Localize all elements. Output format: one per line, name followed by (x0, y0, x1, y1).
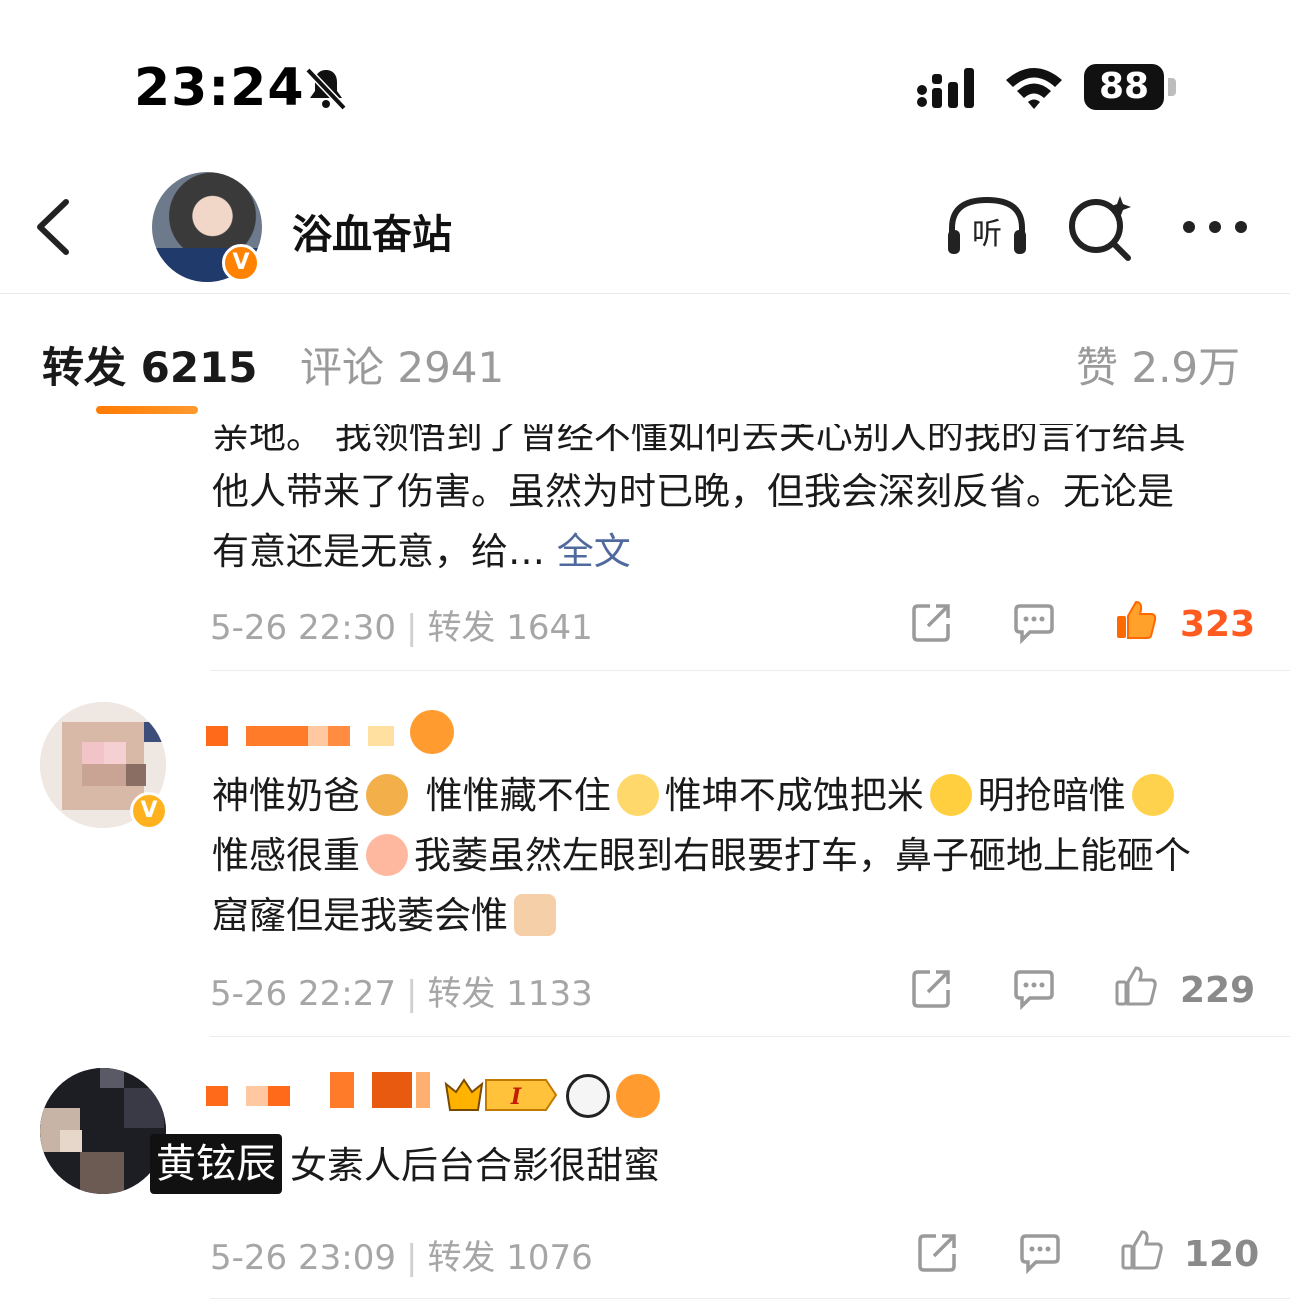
post-text-line: 窟窿但是我萎会惟 (212, 886, 1252, 946)
dad-emoji-icon (366, 774, 408, 816)
ai-search-icon[interactable] (1066, 192, 1136, 262)
post-time: 5-26 22:27 (210, 974, 396, 1014)
svg-text:听: 听 (972, 217, 1002, 252)
meta-separator: | (405, 1238, 418, 1278)
like-icon[interactable] (1120, 1228, 1164, 1272)
tab-like[interactable]: 赞 2.9万 (1076, 334, 1240, 395)
post-text-line: 有意还是无意，给… (212, 530, 557, 573)
like-icon[interactable] (1114, 964, 1158, 1008)
finger-heart-emoji-icon (514, 894, 556, 936)
share-icon[interactable] (910, 600, 954, 644)
wifi-icon (1006, 68, 1062, 109)
top-nav-bar: V 浴血奋站 听 (0, 160, 1290, 294)
name-overlay-caption: 黄铉辰 (150, 1134, 282, 1194)
text-segment: 惟惟藏不住 (425, 774, 611, 817)
repost-feed: 亲地。 我领悟到了曾经不懂如何去关心别人的我的言行给其 他人带来了伤害。虽然为时… (0, 424, 1290, 1302)
post-text: 他人带来了伤害。虽然为时已晚，但我会深刻反省。无论是 有意还是无意，给… 全文 (212, 462, 1252, 582)
back-icon[interactable] (30, 196, 80, 258)
comment-icon[interactable] (1018, 1230, 1062, 1274)
user-avatar-pixelated[interactable] (40, 1068, 166, 1194)
full-text-link[interactable]: 全文 (557, 530, 631, 573)
post-text-line: 神惟奶爸 惟惟藏不住 惟坤不成蚀把米 明抢暗惟 (212, 766, 1252, 826)
grin-emoji-icon (929, 774, 972, 816)
repost-count[interactable]: 转发 1133 (427, 974, 592, 1014)
share-icon[interactable] (910, 966, 954, 1010)
text-segment: 惟感很重 (212, 834, 360, 877)
like-count: 120 (1184, 1234, 1260, 1275)
post-time: 5-26 23:09 (210, 1238, 396, 1278)
divider (210, 670, 1290, 671)
like-icon-active[interactable] (1114, 598, 1158, 642)
text-segment: 窟窿但是我萎会惟 (212, 894, 508, 937)
username-redacted[interactable] (206, 716, 406, 752)
status-bar: 23:24 88 (0, 0, 1290, 160)
battery-indicator: 88 (1084, 64, 1164, 110)
post-meta: 5-26 22:27 | 转发 1133 (210, 966, 593, 1015)
zipped-mouth-emoji-icon (616, 774, 659, 816)
crying-emoji-icon (366, 834, 408, 876)
goldfish-badge-icon (616, 1074, 660, 1118)
post-text: 神惟奶爸 惟惟藏不住 惟坤不成蚀把米 明抢暗惟 惟感很重 我萎虽然左眼到右眼要打车，鼻… (212, 766, 1252, 946)
text-segment: 我萎虽然左眼到右眼要打车，鼻子砸地上能砸个 (414, 834, 1191, 877)
listen-icon[interactable]: 听 (944, 194, 1030, 258)
tab-bar: 转发 6215 评论 2941 赞 2.9万 (0, 294, 1290, 424)
signal-icon (917, 68, 974, 108)
shocked-emoji-icon (1131, 774, 1174, 816)
text-segment: 神惟奶爸 (212, 774, 360, 817)
comment-icon[interactable] (1012, 600, 1056, 644)
tab-repost[interactable]: 转发 6215 (42, 334, 258, 395)
like-count: 229 (1180, 970, 1256, 1011)
post-meta: 5-26 23:09 | 转发 1076 (210, 1230, 593, 1279)
like-count: 323 (1180, 604, 1256, 645)
repost-count[interactable]: 转发 1641 (427, 608, 592, 648)
post-text-line: 惟感很重 我萎虽然左眼到右眼要打车，鼻子砸地上能砸个 (212, 826, 1252, 886)
page-title[interactable]: 浴血奋站 (292, 202, 452, 260)
divider (210, 1036, 1290, 1037)
username-redacted[interactable] (206, 1072, 436, 1112)
meta-separator: | (405, 974, 418, 1014)
repost-count[interactable]: 转发 1076 (427, 1238, 592, 1278)
goldfish-badge-icon (410, 710, 454, 754)
meta-separator: | (405, 608, 418, 648)
tab-comment[interactable]: 评论 2941 (300, 334, 504, 395)
more-icon[interactable] (1180, 218, 1250, 236)
bell-muted-icon (305, 67, 347, 111)
active-tab-indicator (96, 406, 198, 414)
panda-emoji-icon (566, 1074, 610, 1118)
text-segment: 明抢暗惟 (977, 774, 1126, 817)
post-text-cut: 亲地。 我领悟到了曾经不懂如何去关心别人的我的言行给其 (212, 424, 1186, 457)
verified-badge-icon: V (130, 792, 168, 830)
divider (210, 1298, 1290, 1299)
battery-cap (1168, 78, 1176, 96)
post-meta: 5-26 22:30 | 转发 1641 (210, 600, 593, 649)
post-text: 女素人后台合影很甜蜜 (290, 1144, 660, 1187)
share-icon[interactable] (916, 1230, 960, 1274)
post-text-line: 他人带来了伤害。虽然为时已晚，但我会深刻反省。无论是 (212, 470, 1174, 513)
verified-badge-icon: V (222, 244, 260, 282)
post-time: 5-26 22:30 (210, 608, 396, 648)
svg-text:I: I (510, 1084, 522, 1110)
clock: 23:24 (134, 58, 305, 118)
post-text-line-last: 有意还是无意，给… 全文 (212, 522, 1252, 582)
vip-crown-badge-icon: I (444, 1078, 558, 1111)
comment-icon[interactable] (1012, 966, 1056, 1010)
text-segment: 惟坤不成蚀把米 (664, 774, 924, 817)
